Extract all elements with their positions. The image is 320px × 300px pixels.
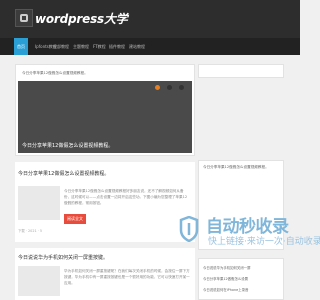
slider-dots — [153, 75, 184, 94]
nav-item-plugin[interactable]: 插件教程 — [106, 38, 128, 55]
slider-dot[interactable] — [166, 85, 172, 90]
post-meta: 下载 · 2021 · 5 — [18, 229, 43, 233]
post-title[interactable]: 今日分享苹果12做假怎么设置视频教程。 — [18, 170, 109, 177]
post-title[interactable]: 今日说说华为手机如何关闭一屏重按键。 — [18, 254, 108, 261]
slider-image-label: 今日分享苹果12做假怎么设置视频教程。 — [22, 71, 88, 75]
slider-dot-active[interactable] — [154, 85, 160, 90]
sidebar-search-box[interactable] — [198, 64, 284, 78]
slider-image[interactable]: 今日分享苹果12做假怎么设置视频教程。 今日分享苹果12做假怎么设置视频教程。 — [18, 67, 192, 153]
main-nav: 首页 Ipfonts教程 全部教程 主题教程 FT教程 插件教程 建站教程 — [0, 38, 300, 55]
logo-icon[interactable] — [15, 9, 33, 27]
list-item[interactable]: 今日分享苹果12做假怎么设置 — [203, 276, 248, 281]
post-thumbnail[interactable] — [18, 266, 60, 296]
slider-image-top: 今日分享苹果12做假怎么设置视频教程。 — [18, 67, 192, 90]
post-excerpt: 今日分享苹果12做假怎么设置视频教程好多朋友说，还不了解视频如何从备份，这时候可… — [64, 189, 188, 205]
slider-dot[interactable] — [179, 85, 184, 90]
post-thumbnail[interactable] — [18, 186, 60, 220]
nav-item-theme[interactable]: 主题教程 — [70, 38, 92, 55]
site-logo[interactable]: wordpress大学 — [35, 10, 128, 27]
sidebar-thumb-label: 今日分享苹果12做假怎么设置视频教程。 — [203, 165, 269, 169]
post-card: 今日分享苹果12做假怎么设置视频教程。 今日分享苹果12做假怎么设置视频教程好多… — [15, 162, 195, 242]
slider-caption[interactable]: 今日分享苹果12做假怎么设置视频教程。 — [22, 142, 113, 149]
post-excerpt: 华为手机如何关闭一屏重按键呢？在我们每次关闭手机的时候，会按住一屏下方按键，华为… — [64, 269, 190, 285]
nav-item-all[interactable]: 全部教程 — [50, 38, 72, 55]
featured-slider[interactable]: 今日分享苹果12做假怎么设置视频教程。 今日分享苹果12做假怎么设置视频教程。 — [15, 64, 195, 156]
list-item[interactable]: 今日说说如何在iPhone上录音 — [203, 287, 248, 292]
sidebar-post-list: 今日说说华为手机如何关闭一屏 今日分享苹果12做假怎么设置 今日说说如何在iPh… — [198, 258, 284, 300]
list-item[interactable]: 今日说说华为手机如何关闭一屏 — [203, 265, 250, 270]
watermark-subtitle: 快上链接·来访一次·自动收录 — [208, 237, 320, 247]
watermark-logo-icon — [179, 216, 199, 242]
post-card: 今日说说华为手机如何关闭一屏重按键。 华为手机如何关闭一屏重按键呢？在我们每次关… — [15, 248, 195, 300]
nav-item-home[interactable]: 首页 — [14, 38, 28, 55]
nav-item-site[interactable]: 建站教程 — [126, 38, 148, 55]
read-more-button[interactable]: 阅读全文 — [64, 214, 86, 224]
site-header: wordpress大学 — [0, 0, 300, 38]
